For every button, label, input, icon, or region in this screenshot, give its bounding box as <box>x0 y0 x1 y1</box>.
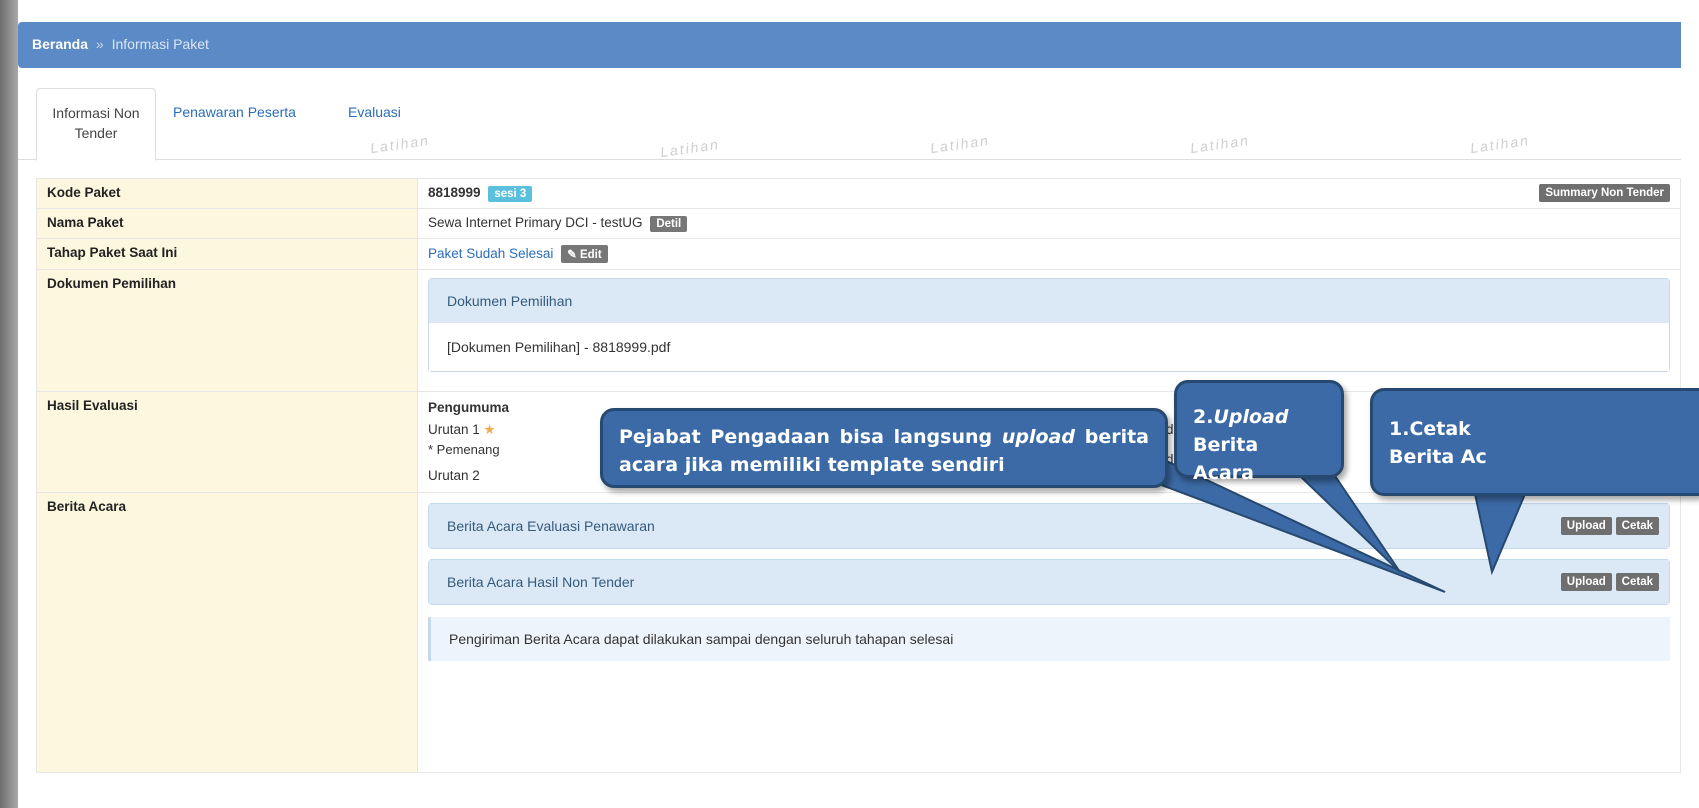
berita-acara-item: Berita Acara Hasil Non Tender Upload Cet… <box>429 560 1669 604</box>
upload-button[interactable]: Upload <box>1560 517 1612 535</box>
callout-upload: 2.Upload Berita Acara <box>1174 380 1344 484</box>
star-icon: ★ <box>483 422 496 437</box>
value-tahap-paket: Paket Sudah Selesai ✎ Edit <box>417 238 1681 270</box>
berita-acara-panel: Berita Acara Hasil Non Tender Upload Cet… <box>428 559 1670 605</box>
dokumen-panel-title: Dokumen Pemilihan <box>429 279 1669 323</box>
kode-paket-value: 8818999 <box>428 185 481 200</box>
berita-acara-title: Berita Acara Hasil Non Tender <box>447 574 635 590</box>
tab-informasi-non-tender[interactable]: Informasi Non Tender <box>36 88 156 161</box>
table-row: Berita Acara Berita Acara Evaluasi Penaw… <box>36 492 1681 773</box>
callout-line: Berita Acara <box>1193 434 1259 484</box>
callout-italic: Upload <box>1213 406 1289 428</box>
table-row: Dokumen Pemilihan Dokumen Pemilihan [Dok… <box>36 269 1681 392</box>
edit-button[interactable]: ✎ Edit <box>561 245 608 263</box>
label-dokumen-pemilihan: Dokumen Pemilihan <box>36 269 418 392</box>
callout-italic: upload <box>1001 426 1075 448</box>
berita-acara-actions: Upload Cetak <box>1560 572 1659 591</box>
dokumen-file-link[interactable]: [Dokumen Pemilihan] - 8818999.pdf <box>429 323 1669 371</box>
value-kode-paket: 8818999 sesi 3 Summary Non Tender <box>417 178 1681 209</box>
upload-button[interactable]: Upload <box>1560 573 1612 591</box>
window-left-edge <box>0 0 18 808</box>
summary-non-tender-button[interactable]: Summary Non Tender <box>1539 184 1670 202</box>
berita-acara-item: Berita Acara Evaluasi Penawaran Upload C… <box>429 504 1669 548</box>
callout-text: Pejabat Pengadaan bisa langsung <box>619 426 1002 448</box>
berita-acara-notice: Pengiriman Berita Acara dapat dilakukan … <box>428 617 1670 661</box>
label-hasil-evaluasi: Hasil Evaluasi <box>36 391 418 493</box>
table-row: Kode Paket 8818999 sesi 3 Summary Non Te… <box>36 178 1681 209</box>
value-dokumen-pemilihan: Dokumen Pemilihan [Dokumen Pemilihan] - … <box>417 269 1681 392</box>
urutan-1-label: Urutan 1 <box>428 422 480 437</box>
sesi-badge: sesi 3 <box>488 186 533 202</box>
cetak-button[interactable]: Cetak <box>1615 517 1659 535</box>
table-row: Nama Paket Sewa Internet Primary DCI - t… <box>36 208 1681 239</box>
breadcrumb-separator: » <box>95 36 104 52</box>
cetak-button[interactable]: Cetak <box>1615 573 1659 591</box>
callout-info: Pejabat Pengadaan bisa langsung upload b… <box>600 408 1168 488</box>
tab-evaluasi[interactable]: Evaluasi <box>348 102 401 122</box>
label-kode-paket: Kode Paket <box>36 178 418 209</box>
label-tahap-paket: Tahap Paket Saat Ini <box>36 238 418 270</box>
label-nama-paket: Nama Paket <box>36 208 418 239</box>
callout-cetak: 1.Cetak Berita Ac <box>1370 388 1699 496</box>
tab-penawaran-peserta[interactable]: Penawaran Peserta <box>173 102 296 122</box>
dokumen-panel: Dokumen Pemilihan [Dokumen Pemilihan] - … <box>428 278 1670 372</box>
callout-line: Berita Ac <box>1389 446 1487 468</box>
nama-paket-value: Sewa Internet Primary DCI - testUG <box>428 215 643 230</box>
callout-step: 2. <box>1193 406 1214 428</box>
edit-icon: ✎ <box>567 249 580 261</box>
breadcrumb: Beranda » Informasi Paket <box>18 22 1681 68</box>
berita-acara-actions: Upload Cetak <box>1560 516 1659 535</box>
tab-bar: Informasi Non Tender Penawaran Peserta E… <box>18 88 1681 161</box>
callout-line: 1.Cetak <box>1389 418 1471 440</box>
detil-button[interactable]: Detil <box>650 216 688 232</box>
berita-acara-panel: Berita Acara Evaluasi Penawaran Upload C… <box>428 503 1670 549</box>
berita-acara-title: Berita Acara Evaluasi Penawaran <box>447 518 655 534</box>
table-row: Tahap Paket Saat Ini Paket Sudah Selesai… <box>36 238 1681 270</box>
tahap-paket-link[interactable]: Paket Sudah Selesai <box>428 246 553 261</box>
value-nama-paket: Sewa Internet Primary DCI - testUG Detil <box>417 208 1681 239</box>
breadcrumb-home[interactable]: Beranda <box>32 36 88 52</box>
label-berita-acara: Berita Acara <box>36 492 418 773</box>
value-berita-acara: Berita Acara Evaluasi Penawaran Upload C… <box>417 492 1681 773</box>
breadcrumb-current: Informasi Paket <box>111 36 209 52</box>
edit-button-label: Edit <box>579 249 602 261</box>
